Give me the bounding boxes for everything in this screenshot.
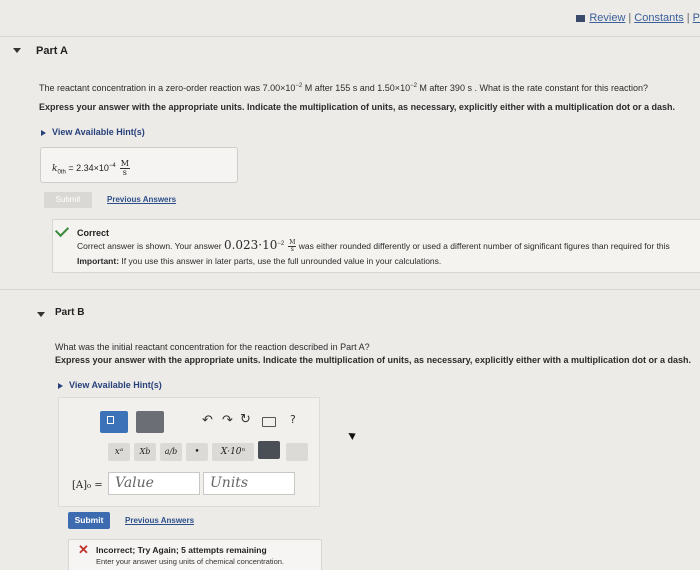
header-divider bbox=[0, 36, 700, 37]
constants-link[interactable]: Constants bbox=[634, 12, 684, 24]
correct-message-post: was either rounded differently or used a… bbox=[296, 241, 670, 251]
answer-value: = 2.34×10 bbox=[65, 162, 109, 173]
greek-symbols-button[interactable] bbox=[136, 411, 164, 433]
part-b-question: What was the initial reactant concentrat… bbox=[55, 342, 370, 352]
initial-concentration-label: [A]₀ = bbox=[72, 480, 103, 491]
math-toolbar: ↶ ↷ ↻ ? xᵃ Xb a/b • X·10ⁿ bbox=[100, 407, 310, 463]
correct-message-pre: Correct answer is shown. Your answer bbox=[77, 241, 224, 251]
periodic-table-link[interactable]: P bbox=[693, 12, 700, 24]
header-separator-2: | bbox=[686, 12, 690, 24]
answer-subscript: 0th bbox=[57, 169, 66, 176]
book-icon bbox=[576, 14, 586, 22]
backspace-button[interactable] bbox=[258, 441, 280, 459]
template-icon bbox=[107, 416, 114, 424]
mouse-cursor-icon bbox=[348, 430, 358, 440]
correct-message: Correct answer is shown. Your answer 0.0… bbox=[77, 238, 670, 253]
scientific-notation-button[interactable]: X·10ⁿ bbox=[212, 443, 254, 461]
part-b-hint-toggle[interactable]: View Available Hint(s) bbox=[58, 380, 162, 390]
units-button[interactable] bbox=[286, 443, 308, 461]
important-text: If you use this answer in later parts, u… bbox=[119, 256, 442, 266]
collapse-part-a-icon[interactable] bbox=[13, 48, 21, 53]
submitted-value: 0.023·10 bbox=[223, 238, 278, 252]
parts-divider bbox=[0, 289, 700, 290]
correct-title: Correct bbox=[77, 228, 110, 238]
part-a-answer: k0th = 2.34×10−4 Ms bbox=[52, 160, 130, 177]
answer-exponent: −4 bbox=[108, 162, 116, 169]
value-input[interactable] bbox=[108, 472, 200, 495]
important-label: Important: bbox=[77, 256, 120, 266]
header-links: Review | Constants | P bbox=[576, 12, 700, 24]
question-text-2: M after 155 s and 1.50×10 bbox=[302, 83, 411, 93]
review-link[interactable]: Review bbox=[589, 12, 625, 24]
part-b-previous-answers-link[interactable]: Previous Answers bbox=[125, 516, 194, 525]
expand-triangle-icon bbox=[41, 129, 46, 136]
expand-triangle-icon-b bbox=[58, 382, 63, 389]
question-exp-2: −2 bbox=[410, 83, 417, 89]
part-a-hint-toggle[interactable]: View Available Hint(s) bbox=[41, 127, 145, 137]
part-b-submit-button[interactable]: Submit bbox=[68, 512, 110, 529]
subscript-button[interactable]: Xb bbox=[134, 443, 156, 461]
part-a-instruction: Express your answer with the appropriate… bbox=[39, 102, 675, 112]
question-text-3: M after 390 s . What is the rate constan… bbox=[416, 83, 649, 93]
incorrect-title: Incorrect; Try Again; 5 attempts remaini… bbox=[96, 545, 267, 555]
keyboard-icon[interactable] bbox=[262, 417, 276, 427]
incorrect-message: Enter your answer using units of chemica… bbox=[96, 557, 285, 566]
answer-unit-den: s bbox=[122, 168, 127, 177]
collapse-part-b-icon[interactable] bbox=[37, 312, 45, 317]
incorrect-x-icon: ✕ bbox=[78, 542, 89, 557]
part-b-title: Part B bbox=[55, 307, 85, 318]
redo-icon[interactable]: ↷ bbox=[222, 413, 233, 428]
templates-button[interactable] bbox=[100, 411, 128, 433]
part-a-submit-button[interactable]: Submit bbox=[44, 192, 92, 208]
part-a-previous-answers-link[interactable]: Previous Answers bbox=[107, 195, 176, 204]
hint-label: View Available Hint(s) bbox=[52, 127, 145, 137]
question-text-1: The reactant concentration in a zero-ord… bbox=[39, 83, 296, 93]
part-a-question: The reactant concentration in a zero-ord… bbox=[39, 83, 648, 93]
submitted-exponent: −2 bbox=[277, 241, 285, 248]
header-separator: | bbox=[628, 12, 632, 24]
part-a-title: Part A bbox=[36, 45, 68, 57]
power-button[interactable]: xᵃ bbox=[108, 443, 130, 461]
hint-label-b: View Available Hint(s) bbox=[69, 380, 162, 390]
dot-button[interactable]: • bbox=[186, 443, 208, 461]
part-b-instruction: Express your answer with the appropriate… bbox=[55, 355, 691, 365]
fraction-button[interactable]: a/b bbox=[160, 443, 182, 461]
reset-icon[interactable]: ↻ bbox=[240, 412, 251, 427]
help-icon[interactable]: ? bbox=[290, 413, 296, 426]
answer-unit: Ms bbox=[119, 160, 130, 177]
units-input[interactable] bbox=[203, 472, 295, 495]
important-note: Important: If you use this answer in lat… bbox=[77, 256, 441, 266]
undo-icon[interactable]: ↶ bbox=[202, 413, 213, 428]
